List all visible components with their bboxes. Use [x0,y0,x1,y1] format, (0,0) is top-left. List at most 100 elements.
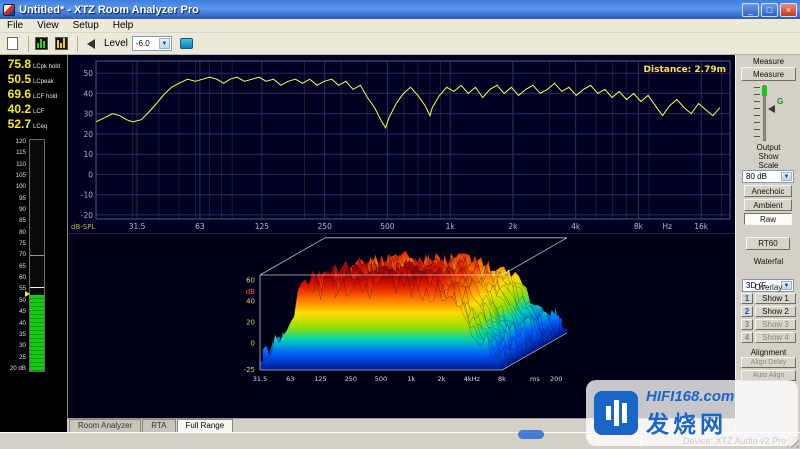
level-meter: 1201151101051009590858075706560555045403… [4,139,64,372]
svg-text:dB: dB [246,288,255,296]
mode-button-anechoic[interactable]: Anechoic [744,185,792,197]
title-bar[interactable]: Untitled* - XTZ Room Analyzer Pro _ □ × [0,0,800,19]
svg-text:4k: 4k [571,222,581,231]
svg-text:1k: 1k [446,222,456,231]
mode-button-ambient[interactable]: Ambient [744,199,792,211]
svg-text:500: 500 [380,222,395,231]
chevron-down-icon[interactable]: ▼ [781,172,792,181]
overlay-num-button-2[interactable]: 2 [741,306,753,317]
svg-text:40: 40 [246,297,255,305]
watermark-name: 发烧网 [646,405,734,439]
menu-help[interactable]: Help [106,19,141,33]
scale-tick-label: 70 [4,252,26,258]
device-monitor-icon[interactable] [178,35,195,52]
overlay-num-button-4[interactable]: 4 [741,332,753,343]
svg-text:8k: 8k [498,375,506,383]
overlay-num-button-3[interactable]: 3 [741,319,753,330]
overlay-num-button-1[interactable]: 1 [741,293,753,304]
minimize-button[interactable]: _ [742,3,759,17]
overlay-show-button-1[interactable]: Show 1 [755,293,796,304]
svg-text:500: 500 [375,375,387,383]
chevron-down-icon[interactable]: ▼ [159,38,170,49]
svg-text:10: 10 [83,150,93,159]
scale-tick-label: 100 [4,184,26,190]
toolbar-separator [28,36,29,52]
svg-text:200: 200 [550,375,562,383]
svg-text:Hz: Hz [662,222,672,231]
svg-text:60: 60 [246,276,255,284]
rt60-button[interactable]: RT60 [746,237,790,250]
svg-text:250: 250 [318,222,333,231]
window-title: Untitled* - XTZ Room Analyzer Pro [19,4,740,16]
svg-text:-20: -20 [81,211,93,220]
spl-meter-icon[interactable] [53,35,70,52]
svg-text:250: 250 [345,375,357,383]
chart-area: 31.5631252505001k2k4k8k16k50403020100-10… [67,55,735,432]
meter-reading: 40.2LCF [0,102,67,117]
svg-text:31.5: 31.5 [129,222,146,231]
overlay-show-button-2[interactable]: Show 2 [755,306,796,317]
menu-setup[interactable]: Setup [66,19,106,33]
reading-value: 69.6 [1,87,31,101]
new-document-icon[interactable] [4,35,21,52]
overlay-label: Overlay [736,283,800,292]
meter-reading: 69.6LCF hold [0,87,67,102]
reading-label: LCeq [33,124,47,130]
measure-button[interactable]: Measure [741,67,796,81]
overlay-show-button-3[interactable]: Show 3 [755,319,796,330]
tab-full-range[interactable]: Full Range [177,419,234,432]
tab-rta[interactable]: RTA [142,419,175,432]
waterfall-label: Waterfal [736,257,800,266]
scale-tick-label: 25 [4,355,26,361]
align-delay-button[interactable]: Align Delay [741,357,796,368]
control-panel: Measure Measure G Output Show Scale 80 d… [735,55,800,432]
scale-value: 80 dB [746,172,767,181]
reading-value: 50.5 [1,72,31,86]
svg-text:125: 125 [255,222,270,231]
svg-text:40: 40 [83,89,93,98]
scale-tick-label: 105 [4,173,26,179]
scale-tick-label: 45 [4,309,26,315]
maximize-button[interactable]: □ [761,3,778,17]
scale-tick-label: 90 [4,207,26,213]
scale-tick-label: 115 [4,150,26,156]
scale-tick-label: 75 [4,241,26,247]
overlay-row-1: 1Show 1 [741,293,796,305]
svg-text:63: 63 [195,222,205,231]
svg-text:20: 20 [246,319,255,327]
output-level-slider[interactable]: G [754,85,784,141]
reading-label: LCpk hold [33,64,60,70]
meter-pointer-icon [25,291,30,297]
level-label: Level [104,38,128,49]
mode-button-raw[interactable]: Raw [744,213,792,225]
svg-text:dB-SPL: dB-SPL [71,223,95,231]
overlay-show-button-4[interactable]: Show 4 [755,332,796,343]
reading-value: 52.7 [1,117,31,131]
svg-text:-25: -25 [244,366,255,374]
scale-select[interactable]: 80 dB ▼ [742,170,794,183]
level-select[interactable]: -6.0 ▼ [132,36,172,51]
menu-file[interactable]: File [0,19,30,33]
rta-chart[interactable]: 31.5631252505001k2k4k8k16k50403020100-10… [68,55,736,233]
slider-ticks [754,87,760,139]
svg-text:0: 0 [251,340,255,348]
close-button[interactable]: × [780,3,797,17]
scale-tick-label: 40 [4,321,26,327]
watermark-logo [594,391,638,435]
overlay-row-2: 2Show 2 [741,306,796,318]
scale-label: Scale [736,161,800,170]
scale-tick-label: 60 [4,275,26,281]
svg-text:ms: ms [530,375,540,383]
svg-text:16k: 16k [694,222,709,231]
svg-text:125: 125 [314,375,326,383]
slider-handle-icon[interactable] [768,105,775,113]
scale-tick-label: 95 [4,196,26,202]
reading-value: 40.2 [1,102,31,116]
svg-text:2k: 2k [438,375,446,383]
rta-meter-icon[interactable] [33,35,50,52]
scale-tick-label: 85 [4,218,26,224]
menu-view[interactable]: View [30,19,66,33]
scale-tick-label: 30 [4,343,26,349]
tab-room-analyzer[interactable]: Room Analyzer [69,419,141,432]
meter-scale: 1201151101051009590858075706560555045403… [4,139,26,372]
